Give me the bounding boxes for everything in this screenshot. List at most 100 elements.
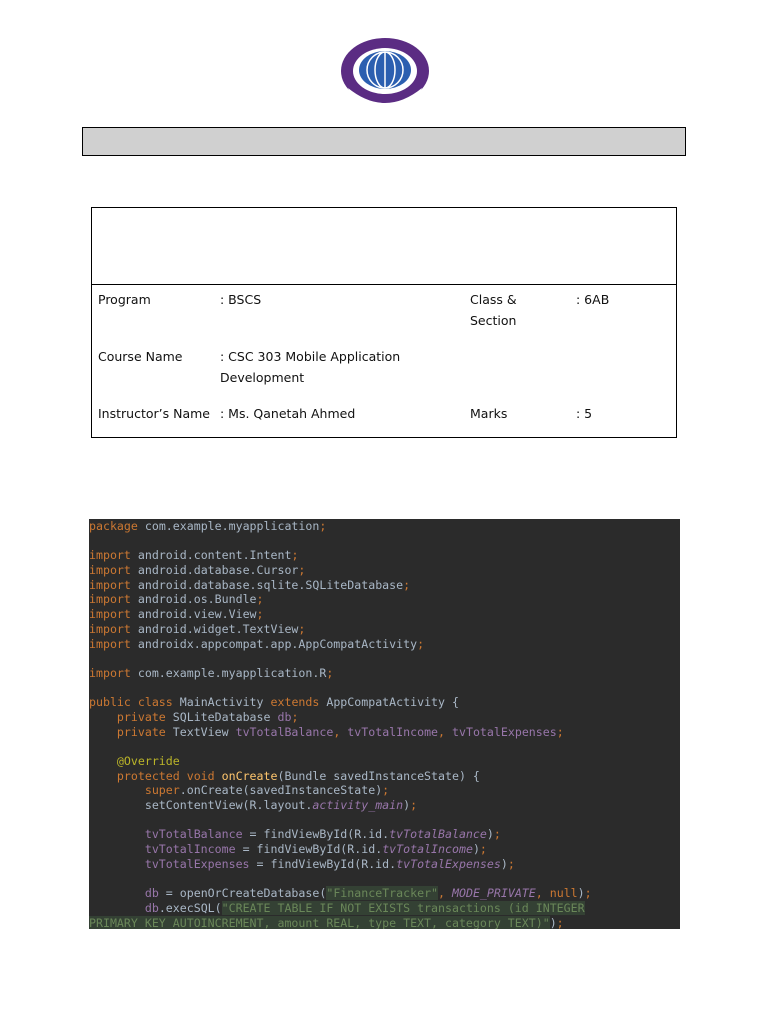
- code-line: PRIMARY KEY AUTOINCREMENT, amount REAL, …: [89, 915, 680, 929]
- instructor-value: : Ms. Qanetah Ahmed: [220, 406, 356, 421]
- code-line: tvTotalIncome = findViewById(R.id.tvTota…: [89, 842, 680, 857]
- code-token: null: [549, 886, 578, 901]
- class-label: Class & Section: [470, 292, 517, 328]
- code-line: import android.view.View;: [89, 607, 680, 622]
- code-token: ,: [333, 724, 348, 739]
- code-token: ;: [403, 577, 411, 592]
- code-token: ;: [382, 783, 390, 798]
- code-token: ;: [291, 548, 299, 563]
- code-token: import: [89, 607, 131, 622]
- code-screenshot: package com.example.myapplication; import…: [89, 519, 680, 929]
- code-token: ;: [256, 607, 264, 622]
- code-line: public class MainActivity extends AppCom…: [89, 695, 680, 710]
- code-token: MainActivity: [179, 695, 271, 710]
- code-token: ,: [438, 886, 452, 901]
- code-token: ,: [438, 724, 453, 739]
- code-line: db = openOrCreateDatabase("FinanceTracke…: [89, 886, 680, 901]
- class-value: : 6AB: [576, 292, 610, 307]
- code-token: AppCompatActivity {: [326, 695, 459, 710]
- code-token: android.database.sqlite.SQLiteDatabase: [130, 577, 404, 592]
- code-token: onCreate: [221, 768, 278, 783]
- code-token: TextView: [172, 724, 236, 739]
- program-label: Program: [98, 292, 151, 307]
- code-token: ;: [326, 665, 334, 680]
- code-line: super.onCreate(savedInstanceState);: [89, 783, 680, 798]
- code-token: android.view.View: [130, 607, 257, 622]
- code-token: tvTotalExpenses: [89, 856, 250, 871]
- code-token: ,: [535, 886, 550, 901]
- code-token: ;: [479, 842, 487, 857]
- code-token: android.os.Bundle: [130, 592, 257, 607]
- code-token: android.database.Cursor: [130, 563, 299, 578]
- code-token: tvTotalBalance: [235, 724, 334, 739]
- code-token: ): [486, 827, 494, 842]
- code-token: import: [89, 548, 131, 563]
- code-token: android.content.Intent: [130, 548, 292, 563]
- code-token: ;: [493, 827, 501, 842]
- university-logo: [338, 38, 432, 108]
- code-line: import com.example.myapplication.R;: [89, 666, 680, 681]
- code-token: tvTotalIncome: [347, 724, 439, 739]
- code-token: import: [89, 592, 131, 607]
- code-token: tvTotalIncome: [89, 842, 236, 857]
- code-token: tvTotalBalance: [89, 827, 243, 842]
- code-token: ;: [319, 519, 327, 533]
- code-token: "CREATE TABLE IF NOT EXISTS transactions…: [221, 900, 585, 915]
- code-token: import: [89, 563, 131, 578]
- code-line: package com.example.myapplication;: [89, 519, 680, 534]
- code-line: db.execSQL("CREATE TABLE IF NOT EXISTS t…: [89, 900, 680, 916]
- course-value: : CSC 303 Mobile Application Development: [220, 349, 401, 385]
- code-token: db: [89, 900, 159, 915]
- code-token: db: [277, 709, 292, 724]
- code-token: ;: [556, 724, 564, 739]
- code-token: tvTotalIncome: [382, 842, 473, 857]
- code-token: .execSQL(: [158, 900, 222, 915]
- code-token: ): [549, 915, 557, 929]
- code-token: @Override: [89, 754, 180, 768]
- course-info-table: Program : BSCS Class & Section : 6AB Cou…: [91, 207, 677, 438]
- code-line: import android.widget.TextView;: [89, 622, 680, 637]
- program-value: : BSCS: [220, 292, 262, 307]
- code-token: package: [89, 519, 138, 533]
- code-token: = findViewById(R.id.: [242, 827, 390, 842]
- code-line: import android.database.sqlite.SQLiteDat…: [89, 578, 680, 593]
- code-token: SQLiteDatabase: [172, 709, 278, 724]
- code-token: ;: [256, 592, 264, 607]
- code-token: android.widget.TextView: [130, 621, 299, 636]
- code-token: ): [577, 886, 585, 901]
- code-token: protected void: [89, 768, 222, 783]
- marks-label: Marks: [470, 406, 508, 421]
- code-token: tvTotalExpenses: [452, 724, 557, 739]
- code-token: super: [89, 783, 180, 798]
- code-line: setContentView(R.layout.activity_main);: [89, 798, 680, 813]
- code-token: androidx.appcompat.app.AppCompatActivity: [130, 636, 418, 651]
- code-token: com.example.myapplication: [137, 519, 320, 533]
- code-line: private SQLiteDatabase db;: [89, 710, 680, 725]
- code-token: import: [89, 636, 131, 651]
- code-line: import android.database.Cursor;: [89, 563, 680, 578]
- code-token: ;: [410, 798, 418, 813]
- code-token: activity_main: [312, 798, 404, 813]
- code-token: import: [89, 577, 131, 592]
- code-token: MODE_PRIVATE: [452, 886, 536, 901]
- code-token: ;: [556, 915, 564, 929]
- code-token: = findViewById(R.id.: [249, 856, 397, 871]
- code-line: tvTotalExpenses = findViewById(R.id.tvTo…: [89, 857, 680, 872]
- code-line: @Override: [89, 754, 680, 769]
- code-line: private TextView tvTotalBalance, tvTotal…: [89, 725, 680, 740]
- code-token: PRIMARY KEY AUTOINCREMENT, amount REAL, …: [89, 915, 550, 929]
- code-token: tvTotalExpenses: [396, 856, 501, 871]
- code-token: ;: [584, 886, 592, 901]
- code-token: (Bundle savedInstanceState) {: [277, 768, 480, 783]
- code-token: extends: [270, 695, 327, 710]
- code-token: import: [89, 621, 131, 636]
- code-line: import android.content.Intent;: [89, 548, 680, 563]
- code-line: protected void onCreate(Bundle savedInst…: [89, 769, 680, 784]
- code-token: db: [89, 886, 159, 901]
